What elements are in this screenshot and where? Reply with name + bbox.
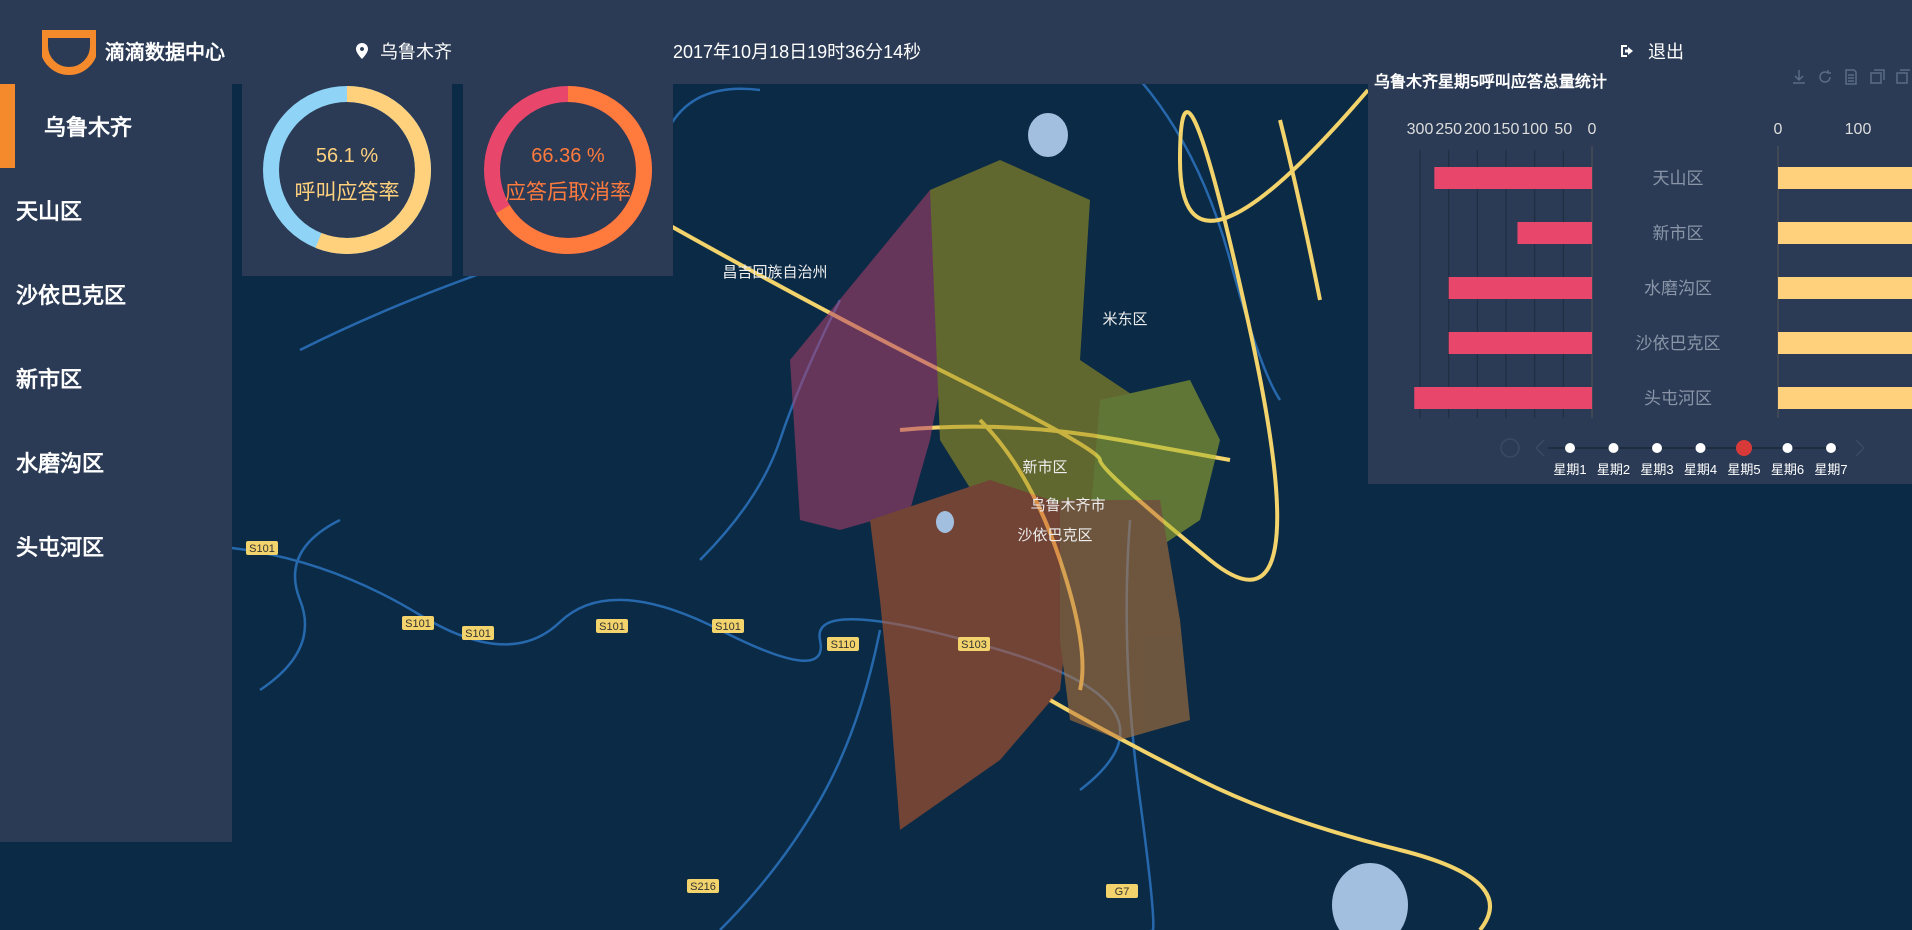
- answer-rate-card: 56.1 % 呼叫应答率: [242, 84, 452, 276]
- route-label: S101: [715, 621, 741, 633]
- sidebar-item-urumqi[interactable]: 乌鲁木齐: [0, 84, 232, 168]
- stats-chart: 3002502001501005000100200天山区新市区水磨沟区沙依巴克区…: [1407, 121, 1912, 477]
- cancel-rate-card: 66.36 % 应答后取消率: [463, 84, 673, 276]
- left-axis-tick: 250: [1435, 121, 1462, 138]
- left-bar[interactable]: [1414, 387, 1592, 409]
- cancel-rate-label: 应答后取消率: [505, 181, 631, 204]
- sidebar-item-tianshan[interactable]: 天山区: [0, 168, 232, 252]
- right-axis-tick: 100: [1845, 121, 1872, 138]
- category-label: 头屯河区: [1644, 389, 1712, 408]
- left-axis-tick: 200: [1464, 121, 1491, 138]
- timeline-dot[interactable]: [1608, 443, 1619, 453]
- location-selector[interactable]: 乌鲁木齐: [356, 38, 452, 64]
- panel-title: 乌鲁木齐星期5呼叫应答总量统计: [1374, 74, 1607, 91]
- timeline-dot[interactable]: [1652, 443, 1662, 453]
- right-axis-tick: 0: [1774, 121, 1783, 138]
- timeline-prev-icon[interactable]: [1535, 439, 1545, 457]
- timeline-label[interactable]: 星期5: [1727, 462, 1760, 477]
- map-place-label: 新市区: [1022, 459, 1067, 476]
- category-label: 天山区: [1653, 169, 1704, 188]
- download-icon[interactable]: [1790, 68, 1808, 86]
- left-axis-tick: 100: [1521, 121, 1548, 138]
- map-place-label: 米东区: [1102, 311, 1147, 328]
- left-bar[interactable]: [1448, 332, 1592, 354]
- category-label: 沙依巴克区: [1636, 334, 1721, 353]
- route-label: S101: [405, 618, 431, 630]
- didi-logo-icon: [42, 30, 96, 75]
- route-label: S101: [249, 543, 275, 555]
- timeline-play-button[interactable]: [1500, 438, 1520, 458]
- category-label: 水磨沟区: [1644, 279, 1712, 298]
- timeline-dot[interactable]: [1565, 443, 1575, 453]
- route-label: S216: [690, 881, 716, 893]
- brand-title: 滴滴数据中心: [105, 42, 225, 64]
- right-bar[interactable]: [1778, 222, 1912, 244]
- timeline-label[interactable]: 星期1: [1553, 462, 1586, 477]
- cancel-rate-value: 66.36 %: [531, 145, 605, 167]
- zoom-icon[interactable]: [1868, 68, 1886, 86]
- weekly-stats-panel: 3002502001501005000100200天山区新市区水磨沟区沙依巴克区…: [1368, 62, 1912, 484]
- map-place-label: 沙依巴克区: [1017, 527, 1092, 544]
- answer-rate-value: 56.1 %: [315, 145, 379, 167]
- zoom-reset-icon[interactable]: [1894, 68, 1912, 86]
- logout-button[interactable]: 退出: [1620, 38, 1684, 64]
- timeline-label[interactable]: 星期3: [1640, 462, 1673, 477]
- left-bar[interactable]: [1434, 167, 1592, 189]
- left-bar[interactable]: [1517, 222, 1592, 244]
- logout-icon: [1621, 45, 1633, 57]
- chart-toolbox: [1790, 68, 1912, 86]
- left-axis-tick: 150: [1493, 121, 1520, 138]
- route-label: S101: [599, 621, 625, 633]
- sidebar-item-shuimogou[interactable]: 水磨沟区: [0, 420, 232, 504]
- district-sidebar: 乌鲁木齐 天山区 沙依巴克区 新市区 水磨沟区 头屯河区: [0, 84, 232, 842]
- timeline-label[interactable]: 星期4: [1684, 462, 1717, 477]
- sidebar-item-xinshi[interactable]: 新市区: [0, 336, 232, 420]
- right-bar[interactable]: [1778, 277, 1912, 299]
- left-axis-tick: 0: [1588, 121, 1597, 138]
- route-label: S101: [465, 628, 491, 640]
- refresh-icon[interactable]: [1816, 68, 1834, 86]
- lake-small: [936, 511, 954, 533]
- map-place-label: 昌吉回族自治州: [722, 264, 827, 281]
- route-label: S110: [831, 639, 856, 651]
- timeline-dot[interactable]: [1695, 443, 1706, 453]
- left-axis-tick: 50: [1554, 121, 1572, 138]
- timeline-label[interactable]: 星期7: [1814, 462, 1847, 477]
- timeline-dot[interactable]: [1736, 440, 1752, 456]
- logout-label: 退出: [1648, 42, 1684, 62]
- data-view-icon[interactable]: [1842, 68, 1860, 86]
- current-datetime: 2017年10月18日19时36分14秒: [673, 42, 922, 62]
- lake-north: [1028, 113, 1068, 157]
- map-place-label: 乌鲁木齐市: [1030, 497, 1105, 514]
- right-bar[interactable]: [1778, 332, 1912, 354]
- left-axis-tick: 300: [1407, 121, 1434, 138]
- timeline-next-icon[interactable]: [1855, 439, 1866, 457]
- sidebar-item-shayibake[interactable]: 沙依巴克区: [0, 252, 232, 336]
- timeline-label[interactable]: 星期6: [1771, 462, 1804, 477]
- timeline-dot[interactable]: [1826, 443, 1836, 453]
- timeline-dot[interactable]: [1782, 443, 1793, 453]
- timeline-label[interactable]: 星期2: [1597, 462, 1630, 477]
- route-label: G7: [1115, 886, 1130, 898]
- answer-rate-label: 呼叫应答率: [294, 181, 400, 204]
- left-bar[interactable]: [1448, 277, 1592, 299]
- category-label: 新市区: [1653, 224, 1704, 243]
- location-label: 乌鲁木齐: [380, 42, 452, 62]
- route-label: S103: [961, 639, 987, 651]
- location-pin-icon: [356, 43, 368, 59]
- right-bar[interactable]: [1778, 387, 1912, 409]
- right-bar[interactable]: [1778, 167, 1912, 189]
- sidebar-item-toutunhe[interactable]: 头屯河区: [0, 504, 232, 588]
